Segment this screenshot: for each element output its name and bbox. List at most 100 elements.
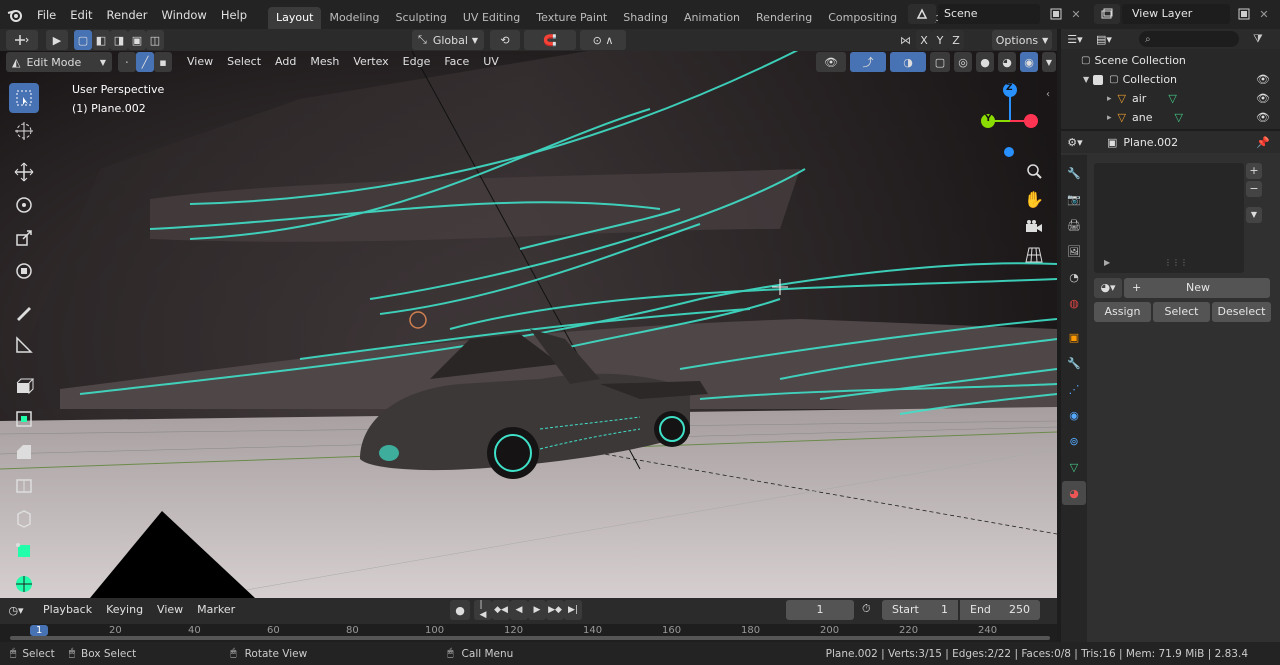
loop-cut-tool-icon[interactable] (9, 470, 39, 500)
proportional-editing-toggle[interactable]: ⊙ ∧ (580, 30, 626, 50)
filter-icon[interactable]: ⧩ (1253, 32, 1263, 46)
poly-build-tool-icon[interactable] (9, 536, 39, 566)
new-selection-icon[interactable]: ▢ (74, 30, 92, 50)
pan-hand-icon[interactable]: ✋ (1022, 187, 1046, 211)
options-dropdown[interactable]: Options ▼ (992, 30, 1052, 50)
viewport-menu-mesh[interactable]: Mesh (303, 52, 346, 72)
invert-selection-icon[interactable]: ▣ (128, 30, 146, 50)
select-mode-group[interactable]: ⋅ ╱ ▪ (118, 52, 172, 72)
view-layer-field[interactable]: View Layer (1122, 4, 1230, 24)
face-select-icon[interactable]: ▪ (154, 52, 172, 72)
play-reverse-icon[interactable]: ◀ (510, 600, 528, 620)
material-tab-icon[interactable]: ◕ (1062, 481, 1086, 505)
start-frame-field[interactable]: Start 1 (882, 600, 958, 620)
constraints-tab-icon[interactable]: ⊚ (1062, 429, 1086, 453)
prev-keyframe-icon[interactable]: ◆◀ (492, 600, 510, 620)
add-slot-button[interactable]: + (1246, 163, 1262, 179)
viewport-menu-face[interactable]: Face (437, 52, 476, 72)
modifier-tab-icon[interactable]: 🔧 (1062, 351, 1086, 375)
output-tab-icon[interactable]: 🖨 (1062, 213, 1086, 237)
mirror-axis-y[interactable]: Y (932, 30, 948, 50)
3d-viewport[interactable]: ▶ ▢ ◧ ◨ ▣ ◫ ⤡ Global ▼ ⟲ 🧲 ⊙ ∧ ⋈ XYZ Opt… (0, 29, 1057, 598)
xray-icon[interactable]: ▢ (930, 52, 950, 72)
physics-tab-icon[interactable]: ◉ (1062, 403, 1086, 427)
tab-shading[interactable]: Shading (615, 7, 676, 29)
viewport-menu-uv[interactable]: UV (476, 52, 506, 72)
outliner-row-object[interactable]: ▸ ▽ air ▽ 👁 (1061, 89, 1280, 108)
jump-end-icon[interactable]: ▶| (564, 600, 582, 620)
viewport-menu-add[interactable]: Add (268, 52, 303, 72)
blender-logo-icon[interactable] (0, 3, 30, 27)
gizmo-icon[interactable]: ⤴ (850, 52, 886, 72)
scale-tool-icon[interactable] (9, 223, 39, 253)
zoom-icon[interactable] (1022, 159, 1046, 183)
annotate-tool-icon[interactable] (9, 297, 39, 327)
mirror-axis-x[interactable]: X (916, 30, 932, 50)
timeline-menu-playback[interactable]: Playback (36, 600, 99, 620)
visibility-icon[interactable]: 👁 (816, 52, 846, 72)
viewport-menu-vertex[interactable]: Vertex (346, 52, 395, 72)
expand-panel-icon[interactable]: ▶ (1104, 258, 1110, 267)
tab-compositing[interactable]: Compositing (820, 7, 905, 29)
mode-dropdown[interactable]: ◭ Edit Mode ▼ (6, 52, 112, 72)
material-slot-list[interactable]: ▶ ⋮⋮⋮ (1094, 163, 1244, 273)
menu-help[interactable]: Help (214, 3, 254, 27)
eye-icon[interactable]: 👁 (1256, 111, 1270, 124)
tab-sculpting[interactable]: Sculpting (388, 7, 455, 29)
object-tab-icon[interactable]: ▣ (1062, 325, 1086, 349)
select-tool-icon[interactable]: ▶ (46, 30, 68, 50)
shading-solid-icon[interactable]: ● (976, 52, 994, 72)
eye-icon[interactable]: 👁 (1256, 73, 1270, 86)
shading-material-icon[interactable]: ◕ (998, 52, 1016, 72)
new-scene-icon[interactable] (1046, 4, 1066, 24)
scene-icon[interactable] (908, 4, 936, 24)
outliner-row-collection[interactable]: ▼ ▢ Collection 👁 (1061, 70, 1280, 89)
intersect-selection-icon[interactable]: ◫ (146, 30, 164, 50)
particles-tab-icon[interactable]: ⋰ (1062, 377, 1086, 401)
select-box-tool-icon[interactable] (9, 83, 39, 113)
tab-uv-editing[interactable]: UV Editing (455, 7, 528, 29)
mirror-options-icon[interactable]: ⋈ (900, 34, 911, 47)
extrude-tool-icon[interactable] (9, 371, 39, 401)
expand-icon[interactable]: ▸ (1107, 94, 1112, 104)
menu-window[interactable]: Window (154, 3, 213, 27)
transform-orientation-dropdown[interactable]: ⤡ Global ▼ (412, 30, 484, 50)
eye-icon[interactable]: 👁 (1256, 92, 1270, 105)
measure-tool-icon[interactable] (9, 330, 39, 360)
knife-tool-icon[interactable] (9, 503, 39, 533)
menu-file[interactable]: File (30, 3, 63, 27)
jump-start-icon[interactable]: |◀ (474, 600, 492, 620)
bevel-tool-icon[interactable] (9, 437, 39, 467)
timeline-scrollbar[interactable] (10, 636, 1050, 640)
slot-specials-button[interactable]: ▼ (1246, 207, 1262, 223)
shading-options-icon[interactable]: ▼ (1042, 52, 1056, 72)
perspective-toggle-icon[interactable] (1022, 243, 1046, 267)
pin-icon[interactable]: 📌 (1256, 136, 1270, 149)
tab-layout[interactable]: Layout (268, 7, 322, 29)
tab-rendering[interactable]: Rendering (748, 7, 820, 29)
timeline-menu-view[interactable]: View (150, 600, 190, 620)
display-mode-icon[interactable]: ▤▾ (1089, 33, 1119, 46)
shading-rendered-icon[interactable]: ◉ (1020, 52, 1038, 72)
end-frame-field[interactable]: End 250 (960, 600, 1040, 620)
menu-render[interactable]: Render (100, 3, 155, 27)
material-browse-button[interactable]: ◕▾ (1094, 278, 1122, 298)
navigation-gizmo[interactable]: Z Y (975, 81, 1045, 157)
extend-selection-icon[interactable]: ◧ (92, 30, 110, 50)
pivot-point-dropdown[interactable]: ⟲ (490, 30, 520, 50)
sidebar-toggle-icon[interactable]: ‹ (1046, 89, 1050, 100)
deselect-button[interactable]: Deselect (1212, 302, 1271, 322)
subtract-selection-icon[interactable]: ◨ (110, 30, 128, 50)
play-icon[interactable]: ▶ (528, 600, 546, 620)
spin-tool-icon[interactable] (9, 569, 39, 598)
tab-animation[interactable]: Animation (676, 7, 748, 29)
world-tab-icon[interactable]: ◍ (1062, 291, 1086, 315)
shading-wireframe-icon[interactable]: ◎ (954, 52, 972, 72)
new-view-layer-icon[interactable] (1234, 4, 1254, 24)
properties-editor-icon[interactable]: ⚙▾ (1061, 136, 1089, 149)
select-button[interactable]: Select (1153, 302, 1210, 322)
data-tab-icon[interactable]: ▽ (1062, 455, 1086, 479)
current-frame-field[interactable]: 1 (786, 600, 854, 620)
tab-modeling[interactable]: Modeling (321, 7, 387, 29)
timeline-editor-icon[interactable]: ◷▾ (0, 604, 32, 617)
